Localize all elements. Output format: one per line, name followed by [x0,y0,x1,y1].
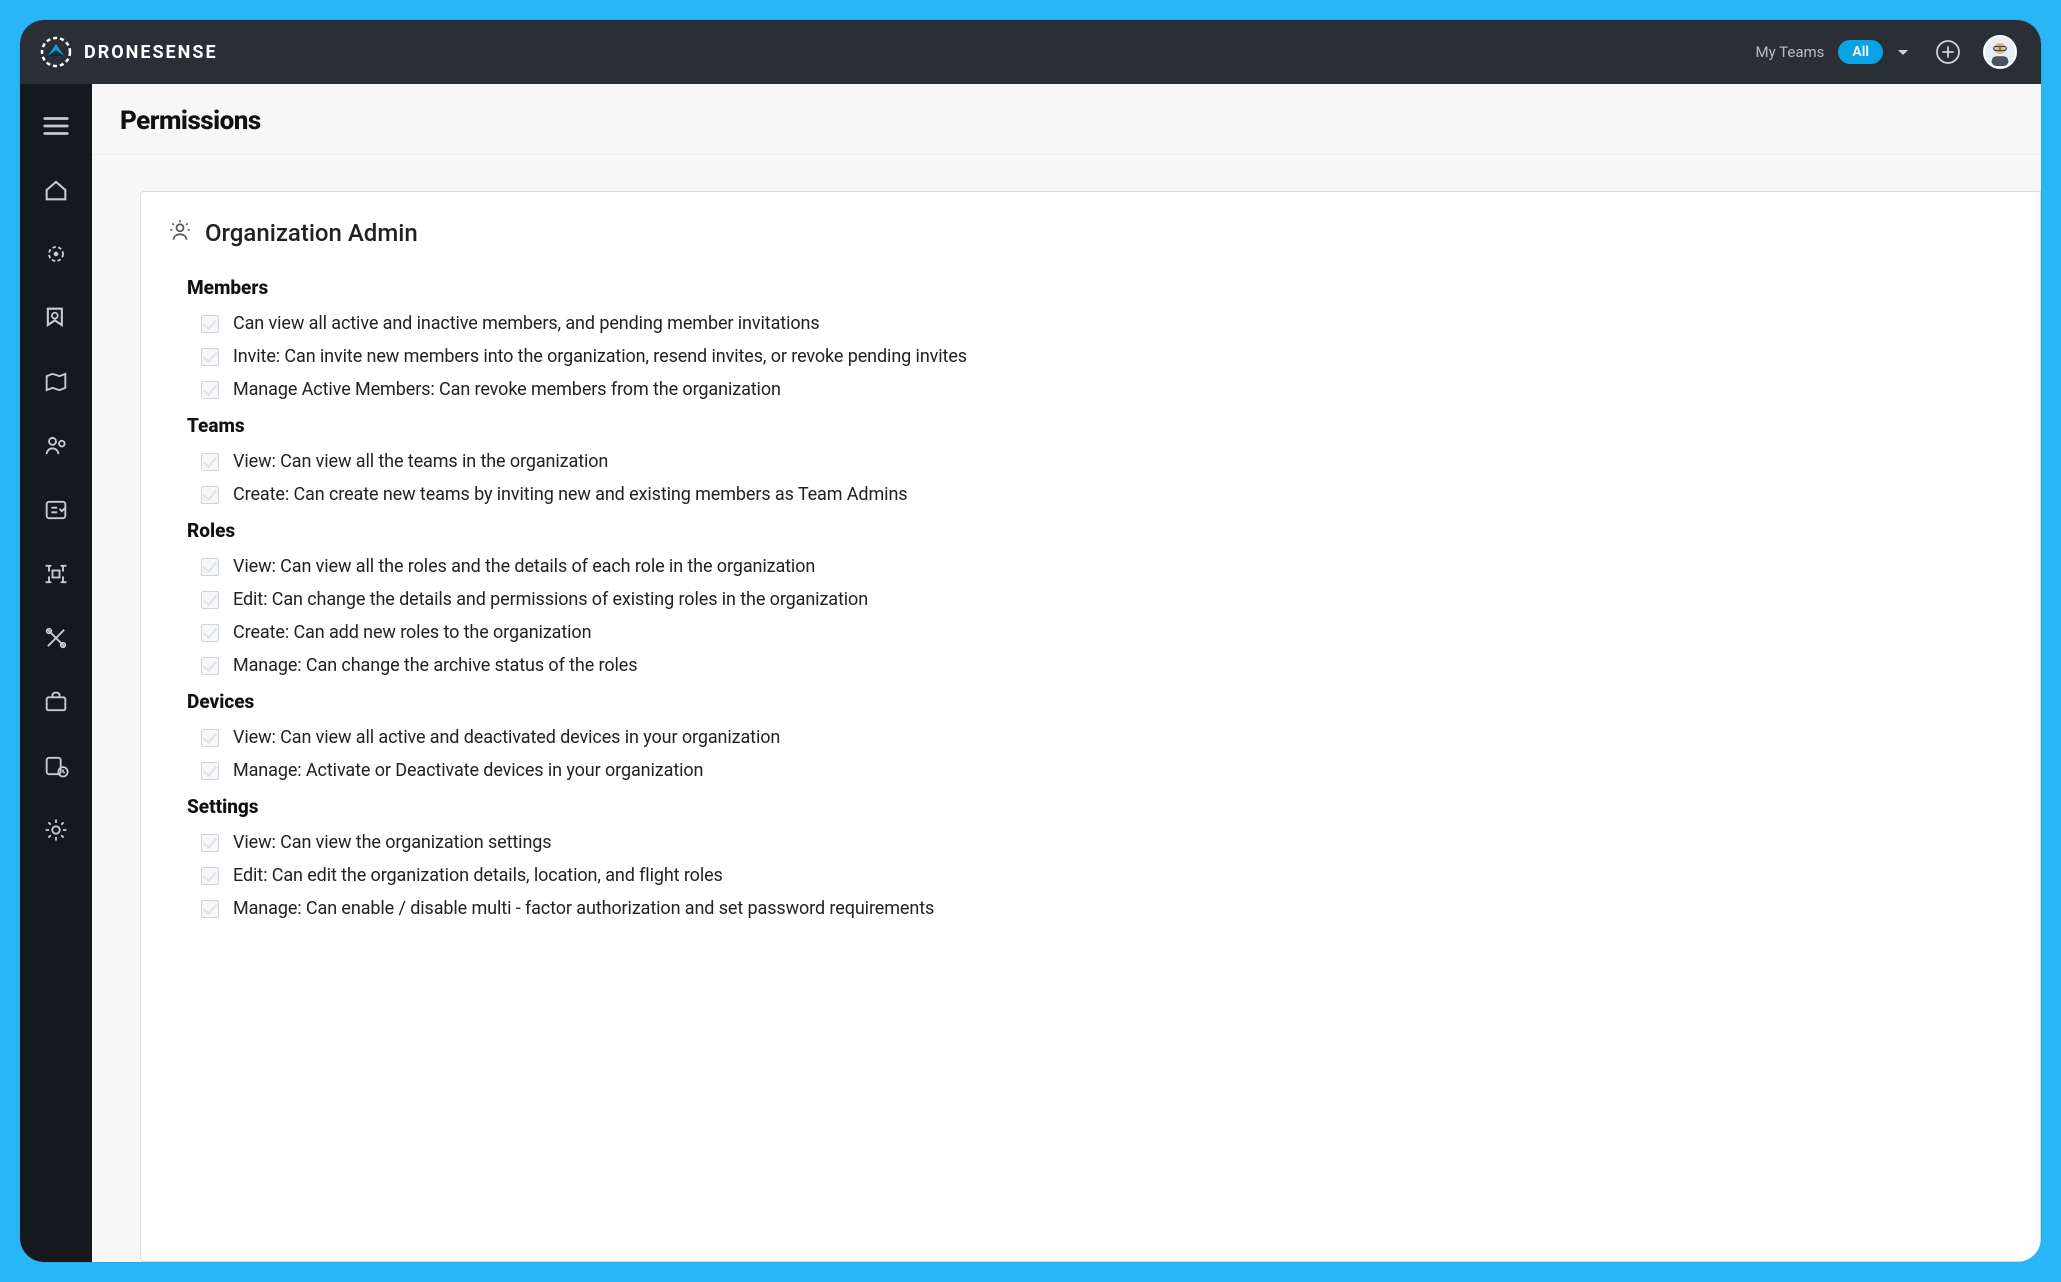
drone-icon[interactable] [38,556,74,592]
tools-icon[interactable] [38,620,74,656]
teams-filter-pill[interactable]: All [1838,40,1883,64]
permission-label: View: Can view all active and deactivate… [233,727,780,748]
permission-checkbox[interactable] [201,900,219,918]
permission-group-title: Settings [187,795,2010,818]
map-pin-icon[interactable] [38,300,74,336]
target-icon[interactable] [38,236,74,272]
permission-row: Manage: Can change the archive status of… [187,649,2010,682]
permission-checkbox[interactable] [201,762,219,780]
permission-group: Settings View: Can view the organization … [187,795,2010,925]
permission-label: View: Can view all the teams in the orga… [233,451,608,472]
briefcase-icon[interactable] [38,684,74,720]
permission-row: View: Can view all the roles and the det… [187,550,2010,583]
permission-label: Manage: Can enable / disable multi - fac… [233,898,934,919]
chevron-down-icon[interactable] [1895,44,1911,60]
app-root: DRONESENSE My Teams All [20,20,2041,1262]
role-admin-icon [167,218,193,248]
permission-row: Can view all active and inactive members… [187,307,2010,340]
permission-label: Manage: Can change the archive status of… [233,655,637,676]
permission-row: View: Can view all the teams in the orga… [187,445,2010,478]
permission-row: Create: Can add new roles to the organiz… [187,616,2010,649]
permission-checkbox[interactable] [201,381,219,399]
permission-checkbox[interactable] [201,657,219,675]
permission-group: Devices View: Can view all active and dea… [187,690,2010,787]
page-title: Permissions [120,106,2013,136]
hamburger-icon[interactable] [38,108,74,144]
permission-group-title: Teams [187,414,2010,437]
role-card: Organization Admin Members Can view all a… [140,191,2041,1262]
permission-checkbox[interactable] [201,558,219,576]
sidebar [20,84,92,1262]
permission-checkbox[interactable] [201,834,219,852]
permission-row: Edit: Can change the details and permiss… [187,583,2010,616]
permission-label: Create: Can create new teams by inviting… [233,484,907,505]
permission-label: Manage: Activate or Deactivate devices i… [233,760,703,781]
topbar: DRONESENSE My Teams All [20,20,2041,84]
permission-label: Edit: Can change the details and permiss… [233,589,868,610]
avatar[interactable] [1983,35,2017,69]
checklist-icon[interactable] [38,492,74,528]
permission-checkbox[interactable] [201,315,219,333]
app-frame: DRONESENSE My Teams All [10,10,2051,1272]
permission-group-title: Devices [187,690,2010,713]
permission-label: View: Can view all the roles and the det… [233,556,815,577]
permission-row: View: Can view all active and deactivate… [187,721,2010,754]
permission-label: Can view all active and inactive members… [233,313,820,334]
permission-checkbox[interactable] [201,591,219,609]
permission-checkbox[interactable] [201,486,219,504]
body: Permissions Organization Admin Members Ca… [20,84,2041,1262]
my-teams-label: My Teams [1756,43,1825,61]
permission-checkbox[interactable] [201,729,219,747]
permission-label: View: Can view the organization settings [233,832,552,853]
permission-checkbox[interactable] [201,867,219,885]
page-header: Permissions [92,84,2041,155]
permission-checkbox[interactable] [201,348,219,366]
team-icon[interactable] [38,428,74,464]
brand-name: DRONESENSE [84,42,218,63]
permission-row: Manage Active Members: Can revoke member… [187,373,2010,406]
map-icon[interactable] [38,364,74,400]
permission-label: Edit: Can edit the organization details,… [233,865,723,886]
role-title: Organization Admin [205,219,418,247]
permission-group-title: Members [187,276,2010,299]
permission-row: Manage: Activate or Deactivate devices i… [187,754,2010,787]
content: Organization Admin Members Can view all a… [92,155,2041,1262]
permission-label: Invite: Can invite new members into the … [233,346,967,367]
permission-group: Roles View: Can view all the roles and th… [187,519,2010,682]
brand-logo-icon [38,34,74,70]
permission-group: Teams View: Can view all the teams in the… [187,414,2010,511]
permission-row: View: Can view the organization settings [187,826,2010,859]
permission-row: Create: Can create new teams by inviting… [187,478,2010,511]
home-icon[interactable] [38,172,74,208]
permission-row: Manage: Can enable / disable multi - fac… [187,892,2010,925]
permission-checkbox[interactable] [201,624,219,642]
permission-row: Invite: Can invite new members into the … [187,340,2010,373]
brand[interactable]: DRONESENSE [38,34,218,70]
add-button[interactable] [1935,39,1961,65]
permission-group-title: Roles [187,519,2010,542]
permission-checkbox[interactable] [201,453,219,471]
permission-label: Create: Can add new roles to the organiz… [233,622,591,643]
permission-group: Members Can view all active and inactive … [187,276,2010,406]
settings-icon[interactable] [38,812,74,848]
schedule-icon[interactable] [38,748,74,784]
permission-label: Manage Active Members: Can revoke member… [233,379,781,400]
main: Permissions Organization Admin Members Ca… [92,84,2041,1262]
permission-row: Edit: Can edit the organization details,… [187,859,2010,892]
